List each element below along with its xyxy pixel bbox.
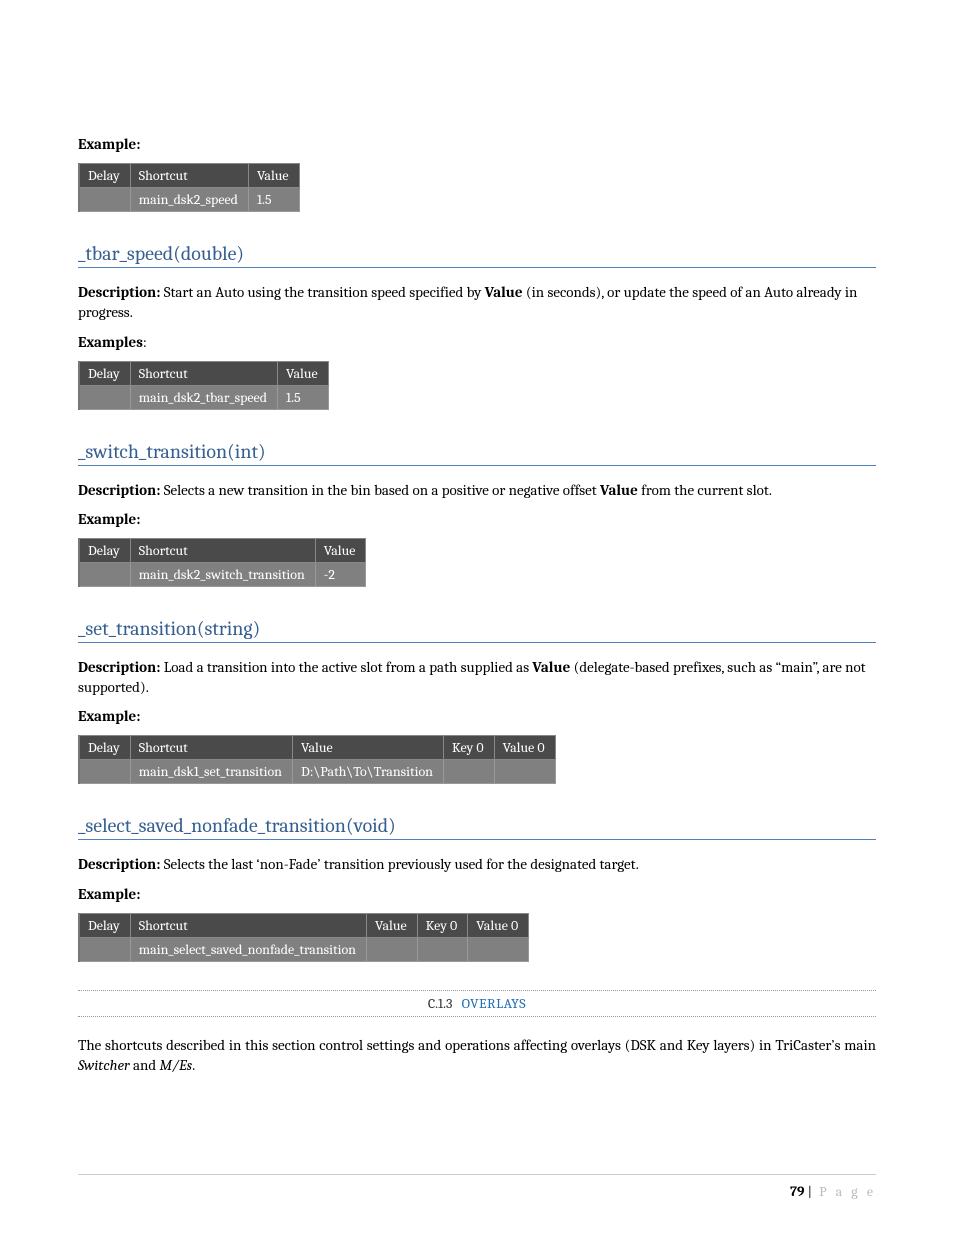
col-delay: Delay [79,538,130,562]
desc-text: Selects a new transition in the bin base… [160,481,600,499]
desc-text: Start an Auto using the transition speed… [160,283,484,301]
desc-label: Description: [78,658,160,676]
examples-colon: : [143,333,147,351]
table-tbar-speed: Delay Shortcut Value main_dsk2_tbar_spee… [78,361,329,410]
cell-delay [79,937,130,961]
col-delay: Delay [79,164,130,188]
cell-value: -2 [315,562,366,586]
col-value: Value [367,913,418,937]
example-label: Example: [78,510,876,528]
overlays-text2: and [130,1056,160,1074]
cell-key0 [443,760,494,784]
section-number: C.1.3 [428,995,453,1012]
col-key0: Key 0 [417,913,468,937]
desc-value-word: Value [600,481,638,499]
page-container: Example: Delay Shortcut Value main_dsk2_… [0,0,954,1235]
footer-sep: | [805,1183,816,1200]
examples-word: Examples [78,333,143,351]
heading-tbar-speed: _tbar_speed(double) [78,242,876,268]
col-value: Value [293,736,444,760]
col-value0: Value 0 [468,913,529,937]
example-label: Example: [78,135,876,153]
cell-shortcut: main_dsk2_speed [130,188,248,212]
table-header-row: Delay Shortcut Value [79,164,299,188]
example-label: Example: [78,885,876,903]
col-delay: Delay [79,913,130,937]
col-value: Value [315,538,366,562]
heading-set-transition: _set_transition(string) [78,617,876,643]
col-delay: Delay [79,736,130,760]
cell-shortcut: main_dsk2_switch_transition [130,562,315,586]
description-tbar: Description: Start an Auto using the tra… [78,282,876,323]
cell-value: D:\Path\To\Transition [293,760,444,784]
desc-label: Description: [78,481,160,499]
page-number: 79 [790,1183,804,1200]
cell-delay [79,562,130,586]
cell-value: 1.5 [248,188,299,212]
overlays-text1: The shortcuts described in this section … [78,1036,876,1054]
table-row: main_dsk2_tbar_speed 1.5 [79,385,328,409]
examples-label: Examples: [78,333,876,351]
cell-delay [79,760,130,784]
cell-key0 [417,937,468,961]
table-speed: Delay Shortcut Value main_dsk2_speed 1.5 [78,163,300,212]
cell-shortcut: main_dsk2_tbar_speed [130,385,277,409]
desc-label: Description: [78,855,160,873]
desc-value-word: Value [485,283,523,301]
col-value: Value [278,361,329,385]
overlays-italic1: Switcher [78,1056,130,1074]
section-title: OVERLAYS [462,995,527,1012]
table-select-saved-nonfade: Delay Shortcut Value Key 0 Value 0 main_… [78,913,529,962]
table-row: main_dsk1_set_transition D:\Path\To\Tran… [79,760,555,784]
description-switch: Description: Selects a new transition in… [78,480,876,500]
desc-text: Selects the last ‘non-Fade’ transition p… [160,855,638,873]
overlays-text3: . [192,1056,195,1074]
col-value0: Value 0 [494,736,555,760]
col-shortcut: Shortcut [130,164,248,188]
cell-shortcut: main_select_saved_nonfade_transition [130,937,366,961]
col-delay: Delay [79,361,130,385]
table-header-row: Delay Shortcut Value [79,538,366,562]
table-switch-transition: Delay Shortcut Value main_dsk2_switch_tr… [78,538,366,587]
cell-value: 1.5 [278,385,329,409]
desc-value-word: Value [532,658,570,676]
cell-delay [79,188,130,212]
cell-value0 [468,937,529,961]
page-footer: 79 | P a g e [78,1174,876,1200]
heading-switch-transition: _switch_transition(int) [78,440,876,466]
table-row: main_dsk2_speed 1.5 [79,188,299,212]
table-row: main_select_saved_nonfade_transition [79,937,529,961]
table-header-row: Delay Shortcut Value [79,361,328,385]
heading-select-saved-nonfade: _select_saved_nonfade_transition(void) [78,814,876,840]
col-shortcut: Shortcut [130,361,277,385]
table-header-row: Delay Shortcut Value Key 0 Value 0 [79,913,529,937]
cell-delay [79,385,130,409]
cell-value [367,937,418,961]
description-select: Description: Selects the last ‘non-Fade’… [78,854,876,874]
desc-text: Load a transition into the active slot f… [160,658,532,676]
col-shortcut: Shortcut [130,736,292,760]
table-set-transition: Delay Shortcut Value Key 0 Value 0 main_… [78,735,556,784]
example-label: Example: [78,707,876,725]
overlays-italic2: M/Es [160,1056,193,1074]
col-shortcut: Shortcut [130,913,366,937]
col-value: Value [248,164,299,188]
cell-value0 [494,760,555,784]
section-separator: C.1.3 OVERLAYS [78,990,876,1017]
table-row: main_dsk2_switch_transition -2 [79,562,366,586]
table-header-row: Delay Shortcut Value Key 0 Value 0 [79,736,555,760]
cell-shortcut: main_dsk1_set_transition [130,760,292,784]
col-key0: Key 0 [443,736,494,760]
desc-label: Description: [78,283,160,301]
page-label: P a g e [819,1183,876,1200]
col-shortcut: Shortcut [130,538,315,562]
description-set: Description: Load a transition into the … [78,657,876,698]
overlays-paragraph: The shortcuts described in this section … [78,1035,876,1076]
desc-text2: from the current slot. [638,481,772,499]
